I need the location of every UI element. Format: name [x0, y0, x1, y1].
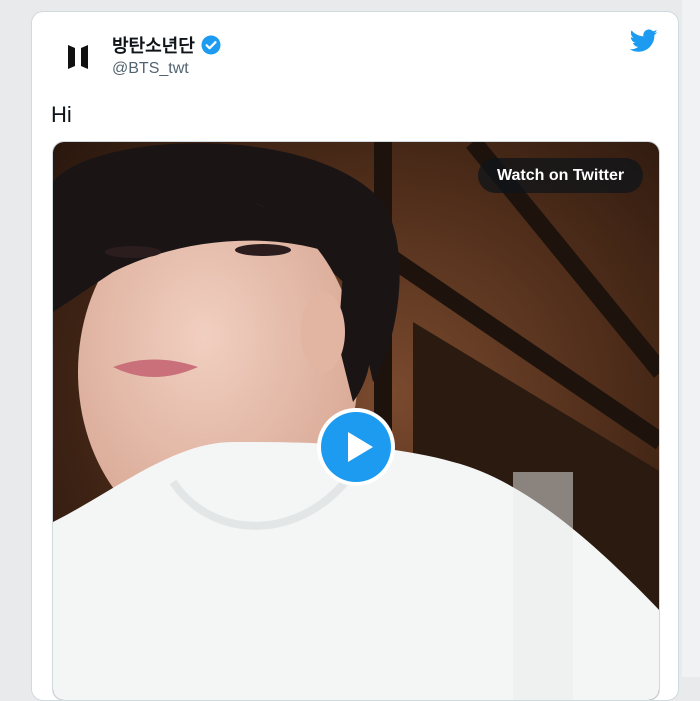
twitter-bird-icon[interactable]: [630, 29, 658, 53]
play-icon: [321, 412, 391, 482]
author-name-text: 방탄소년단: [112, 36, 195, 57]
embedded-tweet[interactable]: 방탄소년단 @BTS_twt Hi Watch on Twitter: [31, 11, 679, 701]
play-button[interactable]: [317, 408, 395, 486]
author-handle[interactable]: @BTS_twt: [112, 60, 189, 78]
verified-badge-icon: [201, 35, 221, 55]
video-player[interactable]: Watch on Twitter: [52, 141, 660, 700]
watch-on-twitter-button[interactable]: Watch on Twitter: [478, 158, 644, 193]
avatar[interactable]: [49, 28, 106, 85]
bts-logo-icon: [67, 44, 88, 69]
tweet-text: Hi: [51, 102, 72, 127]
author-name[interactable]: 방탄소년단: [112, 32, 221, 58]
page-scrollbar-area: [682, 0, 700, 677]
